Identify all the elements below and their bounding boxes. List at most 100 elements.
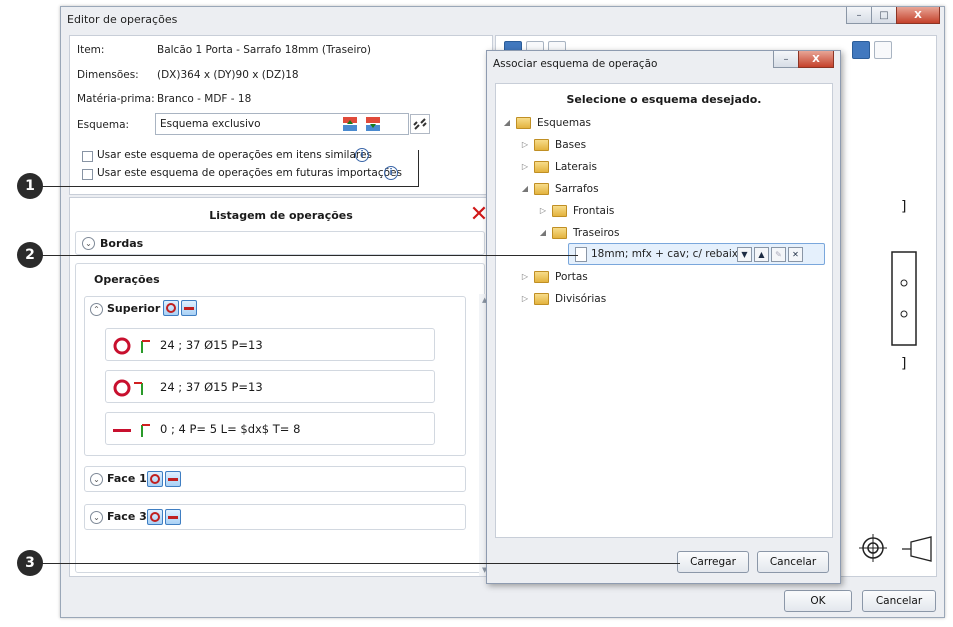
window-controls: – □ X bbox=[846, 7, 940, 24]
operation-row[interactable]: 24 ; 37 Ø15 P=13 bbox=[105, 328, 435, 361]
load-button[interactable]: Carregar bbox=[677, 551, 749, 573]
folder-icon bbox=[534, 271, 549, 283]
groove-icon bbox=[113, 424, 150, 437]
bordas-section[interactable]: ⌄ Bordas bbox=[75, 231, 485, 255]
add-groove-icon[interactable] bbox=[165, 471, 181, 487]
expand-arrow-icon[interactable]: ▷ bbox=[520, 162, 530, 171]
hole-icon bbox=[113, 379, 143, 397]
import-schema-button[interactable] bbox=[362, 114, 384, 134]
cancel-button[interactable]: Cancelar bbox=[862, 590, 936, 612]
collapse-arrow-icon[interactable]: ◢ bbox=[520, 184, 530, 193]
bracket-mark: ] bbox=[901, 199, 907, 215]
future-imports-label: Usar este esquema de operações em futura… bbox=[97, 167, 402, 179]
chevron-down-icon[interactable]: ⌄ bbox=[90, 473, 103, 486]
dimensions-label: Dimensões: bbox=[77, 69, 139, 81]
material-label: Matéria-prima: bbox=[77, 93, 155, 105]
chevron-down-icon[interactable]: ⌄ bbox=[90, 511, 103, 524]
associate-schema-dialog: Associar esquema de operação – X Selecio… bbox=[486, 50, 841, 584]
remove-button[interactable]: ✕ bbox=[788, 247, 803, 262]
folder-icon bbox=[552, 227, 567, 239]
operation-text: 24 ; 37 Ø15 P=13 bbox=[160, 380, 263, 394]
unlink-schema-button[interactable] bbox=[410, 114, 430, 134]
schema-label: Esquema: bbox=[77, 119, 130, 131]
face3-group[interactable]: ⌄ Face 3 bbox=[84, 504, 466, 530]
bordas-label: Bordas bbox=[100, 237, 144, 250]
minimize-button[interactable]: – bbox=[773, 51, 799, 68]
tree-node-sarrafos[interactable]: Sarrafos bbox=[555, 183, 599, 195]
close-button[interactable]: X bbox=[896, 7, 940, 24]
info-icon[interactable]: i bbox=[384, 166, 398, 180]
expand-arrow-icon[interactable]: ▷ bbox=[520, 272, 530, 281]
tree-node-laterais[interactable]: Laterais bbox=[555, 161, 597, 173]
face3-label: Face 3 bbox=[107, 510, 147, 523]
callout-2: 2 bbox=[17, 242, 43, 268]
schema-field[interactable]: Esquema exclusivo bbox=[155, 113, 409, 135]
operation-row[interactable]: 24 ; 37 Ø15 P=13 bbox=[105, 370, 435, 403]
perspective-view-icon[interactable] bbox=[901, 536, 933, 562]
move-up-button[interactable]: ▲ bbox=[754, 247, 769, 262]
minimize-button[interactable]: – bbox=[846, 7, 872, 24]
tree-node-bases[interactable]: Bases bbox=[555, 139, 586, 151]
similar-items-label: Usar este esquema de operações em itens … bbox=[97, 149, 372, 161]
callout-3: 3 bbox=[17, 550, 43, 576]
export-schema-button[interactable] bbox=[339, 114, 361, 134]
folder-icon bbox=[534, 139, 549, 151]
folder-icon bbox=[516, 117, 531, 129]
selected-schema-label: 18mm; mfx + cav; c/ rebaixo bbox=[591, 248, 745, 260]
add-hole-icon[interactable] bbox=[147, 509, 163, 525]
item-value: Balcão 1 Porta - Sarrafo 18mm (Traseiro) bbox=[157, 44, 372, 56]
add-groove-icon[interactable] bbox=[165, 509, 181, 525]
expand-arrow-icon[interactable]: ▷ bbox=[520, 140, 530, 149]
broken-link-icon bbox=[413, 118, 427, 130]
callout-leader-line bbox=[418, 150, 419, 186]
dimensions-value: (DX)364 x (DY)90 x (DZ)18 bbox=[157, 69, 299, 81]
chevron-up-icon[interactable]: ⌃ bbox=[90, 303, 103, 316]
callout-leader-line bbox=[30, 186, 419, 187]
export-schema-icon bbox=[343, 117, 357, 131]
chevron-down-icon[interactable]: ⌄ bbox=[82, 237, 95, 250]
superior-label: Superior bbox=[107, 302, 161, 315]
callout-leader-line bbox=[30, 563, 680, 564]
add-groove-icon[interactable] bbox=[181, 300, 197, 316]
dialog-cancel-button[interactable]: Cancelar bbox=[757, 551, 829, 573]
tree-node-divisorias[interactable]: Divisórias bbox=[555, 293, 606, 305]
face1-group[interactable]: ⌄ Face 1 bbox=[84, 466, 466, 492]
add-hole-icon[interactable] bbox=[163, 300, 179, 316]
item-info-panel: Item: Balcão 1 Porta - Sarrafo 18mm (Tra… bbox=[69, 35, 493, 195]
expand-arrow-icon[interactable]: ▷ bbox=[538, 206, 548, 215]
collapse-arrow-icon[interactable]: ◢ bbox=[502, 118, 512, 127]
ok-button[interactable]: OK bbox=[784, 590, 852, 612]
operation-text: 24 ; 37 Ø15 P=13 bbox=[160, 338, 263, 352]
callout-1: 1 bbox=[17, 173, 43, 199]
maximize-button[interactable]: □ bbox=[871, 7, 897, 24]
add-hole-icon[interactable] bbox=[147, 471, 163, 487]
operations-list-title: Listagem de operações bbox=[209, 209, 353, 222]
info-icon[interactable]: i bbox=[355, 148, 369, 162]
schema-tree-panel: Selecione o esquema desejado. ◢ Esquemas… bbox=[495, 83, 833, 538]
tree-node-portas[interactable]: Portas bbox=[555, 271, 588, 283]
close-button[interactable]: X bbox=[798, 51, 834, 68]
edit-button[interactable]: ✎ bbox=[771, 247, 786, 262]
move-down-button[interactable]: ▼ bbox=[737, 247, 752, 262]
item-label: Item: bbox=[77, 44, 105, 56]
future-imports-checkbox[interactable] bbox=[82, 169, 93, 180]
view-toggle-button[interactable] bbox=[852, 41, 870, 59]
rotate-view-button[interactable] bbox=[874, 41, 892, 59]
collapse-arrow-icon[interactable]: ◢ bbox=[538, 228, 548, 237]
operation-text: 0 ; 4 P= 5 L= $dx$ T= 8 bbox=[160, 422, 301, 436]
folder-icon bbox=[534, 293, 549, 305]
tree-node-traseiros[interactable]: Traseiros bbox=[573, 227, 619, 239]
operations-section: Operações ⌃ Superior 24 ; 37 Ø15 P=13 24… bbox=[75, 263, 485, 573]
operation-row[interactable]: 0 ; 4 P= 5 L= $dx$ T= 8 bbox=[105, 412, 435, 445]
window-title: Editor de operações bbox=[67, 13, 178, 26]
expand-arrow-icon[interactable]: ▷ bbox=[520, 294, 530, 303]
tree-node-selected-schema[interactable]: 18mm; mfx + cav; c/ rebaixo ▼ ▲ ✎ ✕ bbox=[568, 243, 825, 265]
tree-node-esquemas[interactable]: Esquemas bbox=[537, 117, 591, 129]
tree-node-frontais[interactable]: Frontais bbox=[573, 205, 614, 217]
dialog-instruction: Selecione o esquema desejado. bbox=[566, 93, 762, 106]
folder-icon bbox=[534, 183, 549, 195]
material-value: Branco - MDF - 18 bbox=[157, 93, 252, 105]
hole-icon bbox=[113, 337, 150, 355]
similar-items-checkbox[interactable] bbox=[82, 151, 93, 162]
crosshair-icon[interactable] bbox=[858, 533, 888, 563]
